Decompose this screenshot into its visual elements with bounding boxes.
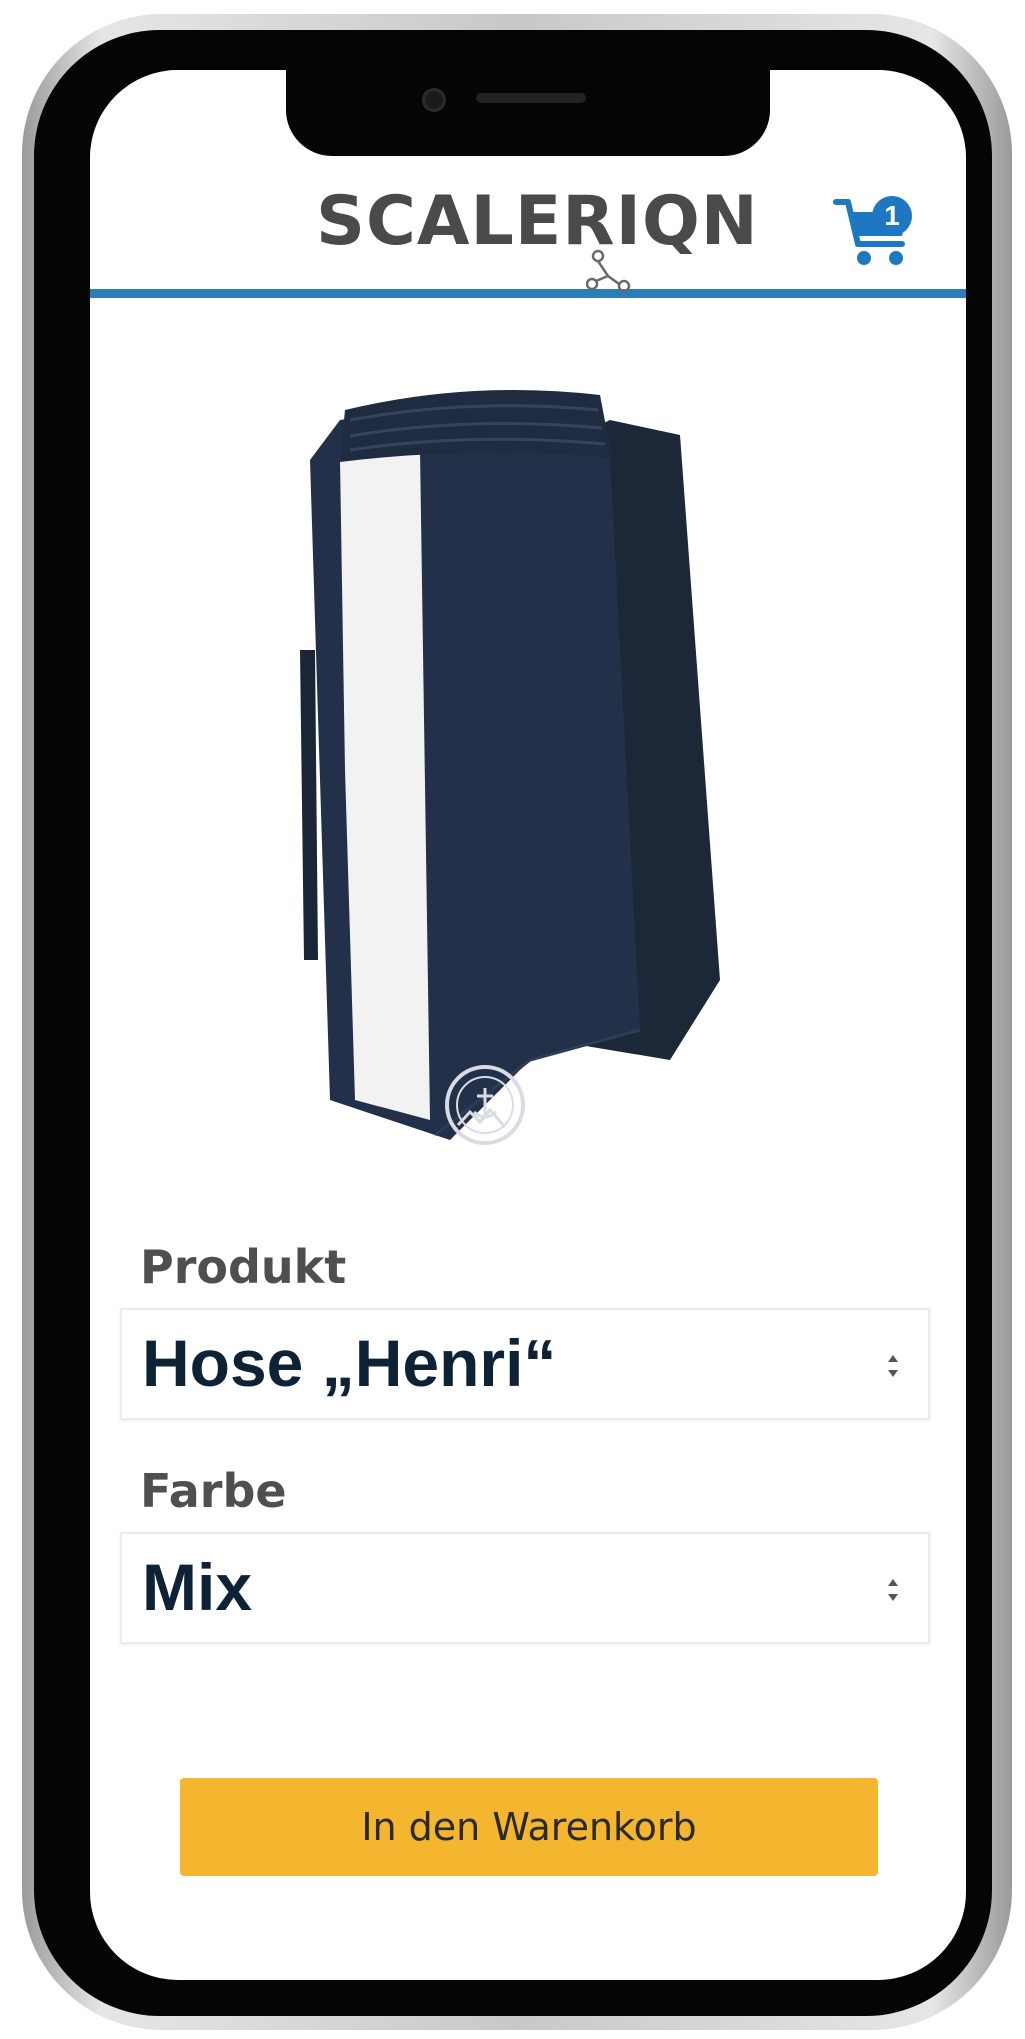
phone-screen: SCALERIQN 1 Produkt Hose „Henri“ Farbe M…: [90, 70, 966, 1980]
product-label: Produkt: [140, 1240, 347, 1294]
phone-notch: [286, 70, 770, 156]
color-select-value: Mix: [142, 1550, 253, 1624]
brand-logo[interactable]: SCALERIQN: [316, 188, 758, 298]
earpiece-speaker: [476, 93, 586, 103]
cart-count-badge: 1: [872, 196, 912, 236]
front-camera: [422, 88, 446, 112]
network-nodes-icon: [586, 249, 631, 293]
color-select[interactable]: Mix: [120, 1532, 930, 1644]
select-sort-arrows-icon: [888, 1579, 898, 1601]
select-sort-arrows-icon: [888, 1355, 898, 1377]
product-image: [200, 340, 830, 1200]
product-select[interactable]: Hose „Henri“: [120, 1308, 930, 1420]
shorts-image: [300, 390, 720, 1145]
brand-name: SCALERIQN: [316, 182, 759, 261]
product-select-value: Hose „Henri“: [142, 1326, 557, 1400]
cart-button[interactable]: 1: [832, 188, 918, 274]
add-to-cart-button[interactable]: In den Warenkorb: [180, 1778, 878, 1876]
color-label: Farbe: [140, 1464, 287, 1518]
